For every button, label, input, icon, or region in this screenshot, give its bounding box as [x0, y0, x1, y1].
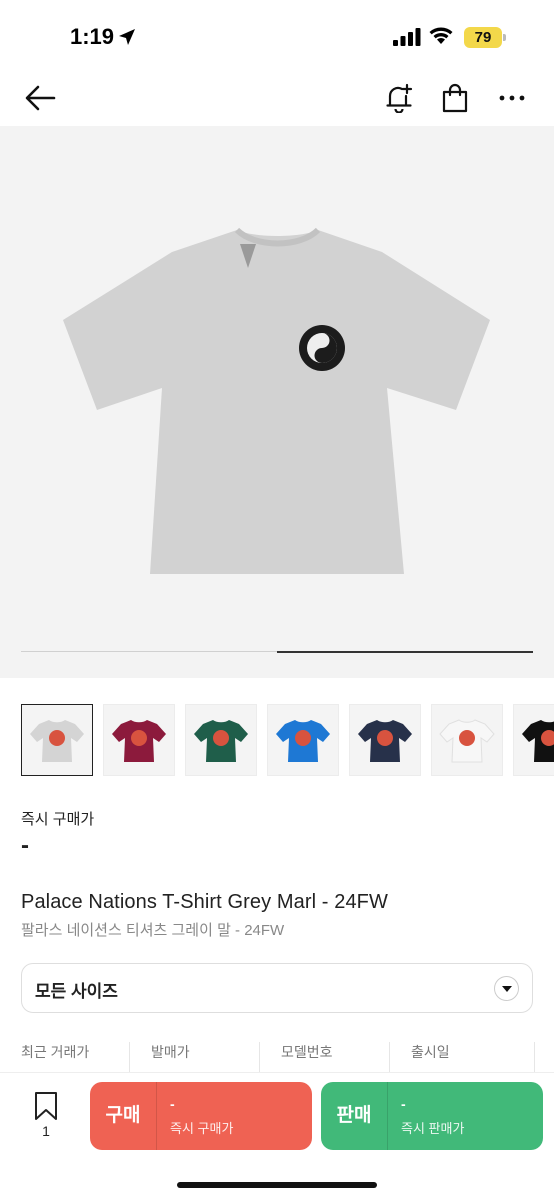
- size-select-label: 모든 사이즈: [35, 982, 118, 1001]
- shopping-bag-icon: [442, 83, 468, 113]
- wifi-icon: [429, 27, 453, 44]
- thumbnail-white[interactable]: [431, 704, 503, 776]
- buy-button[interactable]: 구매 - 즉시 구매가: [90, 1082, 312, 1150]
- tshirt-thumbnail-icon: [194, 720, 248, 762]
- release-date-label: 출시일: [411, 1044, 450, 1060]
- recent-trade-label: 최근 거래가: [21, 1044, 90, 1060]
- thumbnail-green[interactable]: [185, 704, 257, 776]
- shopping-bag-button[interactable]: [437, 80, 473, 116]
- product-title-en: Palace Nations T-Shirt Grey Marl - 24FW: [21, 891, 388, 913]
- sell-divider: [387, 1082, 388, 1150]
- location-arrow-icon: [119, 29, 135, 45]
- sell-button[interactable]: 판매 - 즉시 판매가: [321, 1082, 543, 1150]
- more-button[interactable]: [494, 80, 530, 116]
- product-image[interactable]: [0, 126, 554, 678]
- back-button[interactable]: [22, 80, 58, 116]
- color-thumbnails: [21, 704, 554, 778]
- tshirt-thumbnail-icon: [358, 720, 412, 762]
- info-divider: [389, 1042, 390, 1072]
- tshirt-image: [63, 227, 490, 574]
- buy-label: 구매: [105, 1105, 141, 1126]
- buy-sublabel: 즉시 구매가: [170, 1121, 234, 1136]
- size-select[interactable]: 모든 사이즈: [21, 963, 533, 1013]
- battery-level: 79: [464, 27, 502, 48]
- sell-label: 판매: [336, 1105, 372, 1126]
- chevron-down-icon: [494, 976, 519, 1001]
- info-divider: [129, 1042, 130, 1072]
- product-title-ko: 팔라스 네이션스 티셔츠 그레이 말 - 24FW: [21, 922, 285, 939]
- battery-tip: [503, 34, 506, 41]
- thumbnail-navy[interactable]: [349, 704, 421, 776]
- thumbnail-black[interactable]: [513, 704, 554, 776]
- bell-plus-icon: [386, 83, 413, 113]
- tshirt-thumbnail-icon: [276, 720, 330, 762]
- home-indicator: [177, 1182, 377, 1188]
- bookmark-icon: [35, 1092, 57, 1120]
- thumbnail-burgundy[interactable]: [103, 704, 175, 776]
- arrow-left-icon: [25, 85, 56, 111]
- tshirt-thumbnail-icon: [522, 720, 554, 762]
- status-time: 1:19: [70, 24, 115, 49]
- tshirt-thumbnail-icon: [112, 720, 166, 762]
- tshirt-thumbnail-icon: [439, 719, 495, 763]
- thumbnail-blue[interactable]: [267, 704, 339, 776]
- bottom-action-bar: 1 구매 - 즉시 구매가 판매 - 즉시 판매가: [0, 1072, 554, 1200]
- price-label: 즉시 구매가: [21, 811, 95, 828]
- product-info-row: 최근 거래가 발매가 모델번호 출시일: [21, 1042, 554, 1072]
- sell-sublabel: 즉시 판매가: [401, 1121, 465, 1136]
- carousel-progress: [277, 651, 533, 653]
- bookmark-button[interactable]: 1: [30, 1091, 62, 1141]
- info-divider: [534, 1042, 535, 1072]
- more-horizontal-icon: [499, 95, 525, 101]
- top-nav: [0, 70, 554, 126]
- buy-divider: [156, 1082, 157, 1150]
- thumbnail-grey[interactable]: [21, 704, 93, 776]
- model-number-label: 모델번호: [281, 1044, 333, 1060]
- cellular-signal-icon: [393, 28, 421, 46]
- buy-price: -: [170, 1096, 175, 1112]
- price-alert-button[interactable]: [381, 80, 417, 116]
- info-divider: [259, 1042, 260, 1072]
- battery-indicator: 79: [464, 27, 506, 48]
- price-value: -: [21, 832, 29, 859]
- release-price-label: 발매가: [151, 1044, 190, 1060]
- sell-price: -: [401, 1096, 406, 1112]
- bookmark-count: 1: [42, 1123, 50, 1139]
- status-bar: 1:19 79: [0, 0, 554, 70]
- tshirt-thumbnail-icon: [30, 720, 84, 762]
